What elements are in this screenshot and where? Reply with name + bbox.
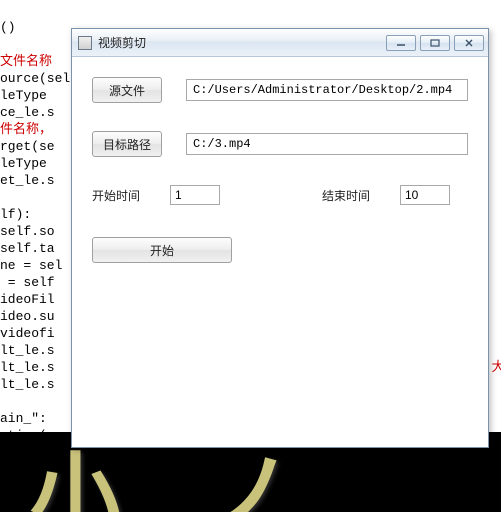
titlebar[interactable]: 视频剪切 <box>72 29 488 57</box>
time-row: 开始时间 结束时间 <box>92 185 468 205</box>
source-path-input[interactable] <box>186 79 468 101</box>
start-button[interactable]: 开始 <box>92 237 232 263</box>
maximize-icon <box>430 39 440 47</box>
window-title: 视频剪切 <box>98 34 386 51</box>
window-controls <box>386 35 484 51</box>
target-path-input[interactable] <box>186 133 468 155</box>
target-row: 目标路径 <box>92 131 468 157</box>
app-icon <box>78 36 92 50</box>
minimize-icon <box>396 39 406 47</box>
source-file-button[interactable]: 源文件 <box>92 77 162 103</box>
end-time-label: 结束时间 <box>322 187 370 204</box>
close-icon <box>464 39 474 47</box>
target-path-button[interactable]: 目标路径 <box>92 131 162 157</box>
close-button[interactable] <box>454 35 484 51</box>
minimize-button[interactable] <box>386 35 416 51</box>
video-cut-window: 视频剪切 源文件 目标路径 开始时间 结束时间 <box>71 28 489 448</box>
maximize-button[interactable] <box>420 35 450 51</box>
action-row: 开始 <box>92 237 468 263</box>
source-row: 源文件 <box>92 77 468 103</box>
start-time-input[interactable] <box>170 185 220 205</box>
end-time-input[interactable] <box>400 185 450 205</box>
start-time-label: 开始时间 <box>92 187 140 204</box>
window-content: 源文件 目标路径 开始时间 结束时间 开始 <box>72 57 488 263</box>
